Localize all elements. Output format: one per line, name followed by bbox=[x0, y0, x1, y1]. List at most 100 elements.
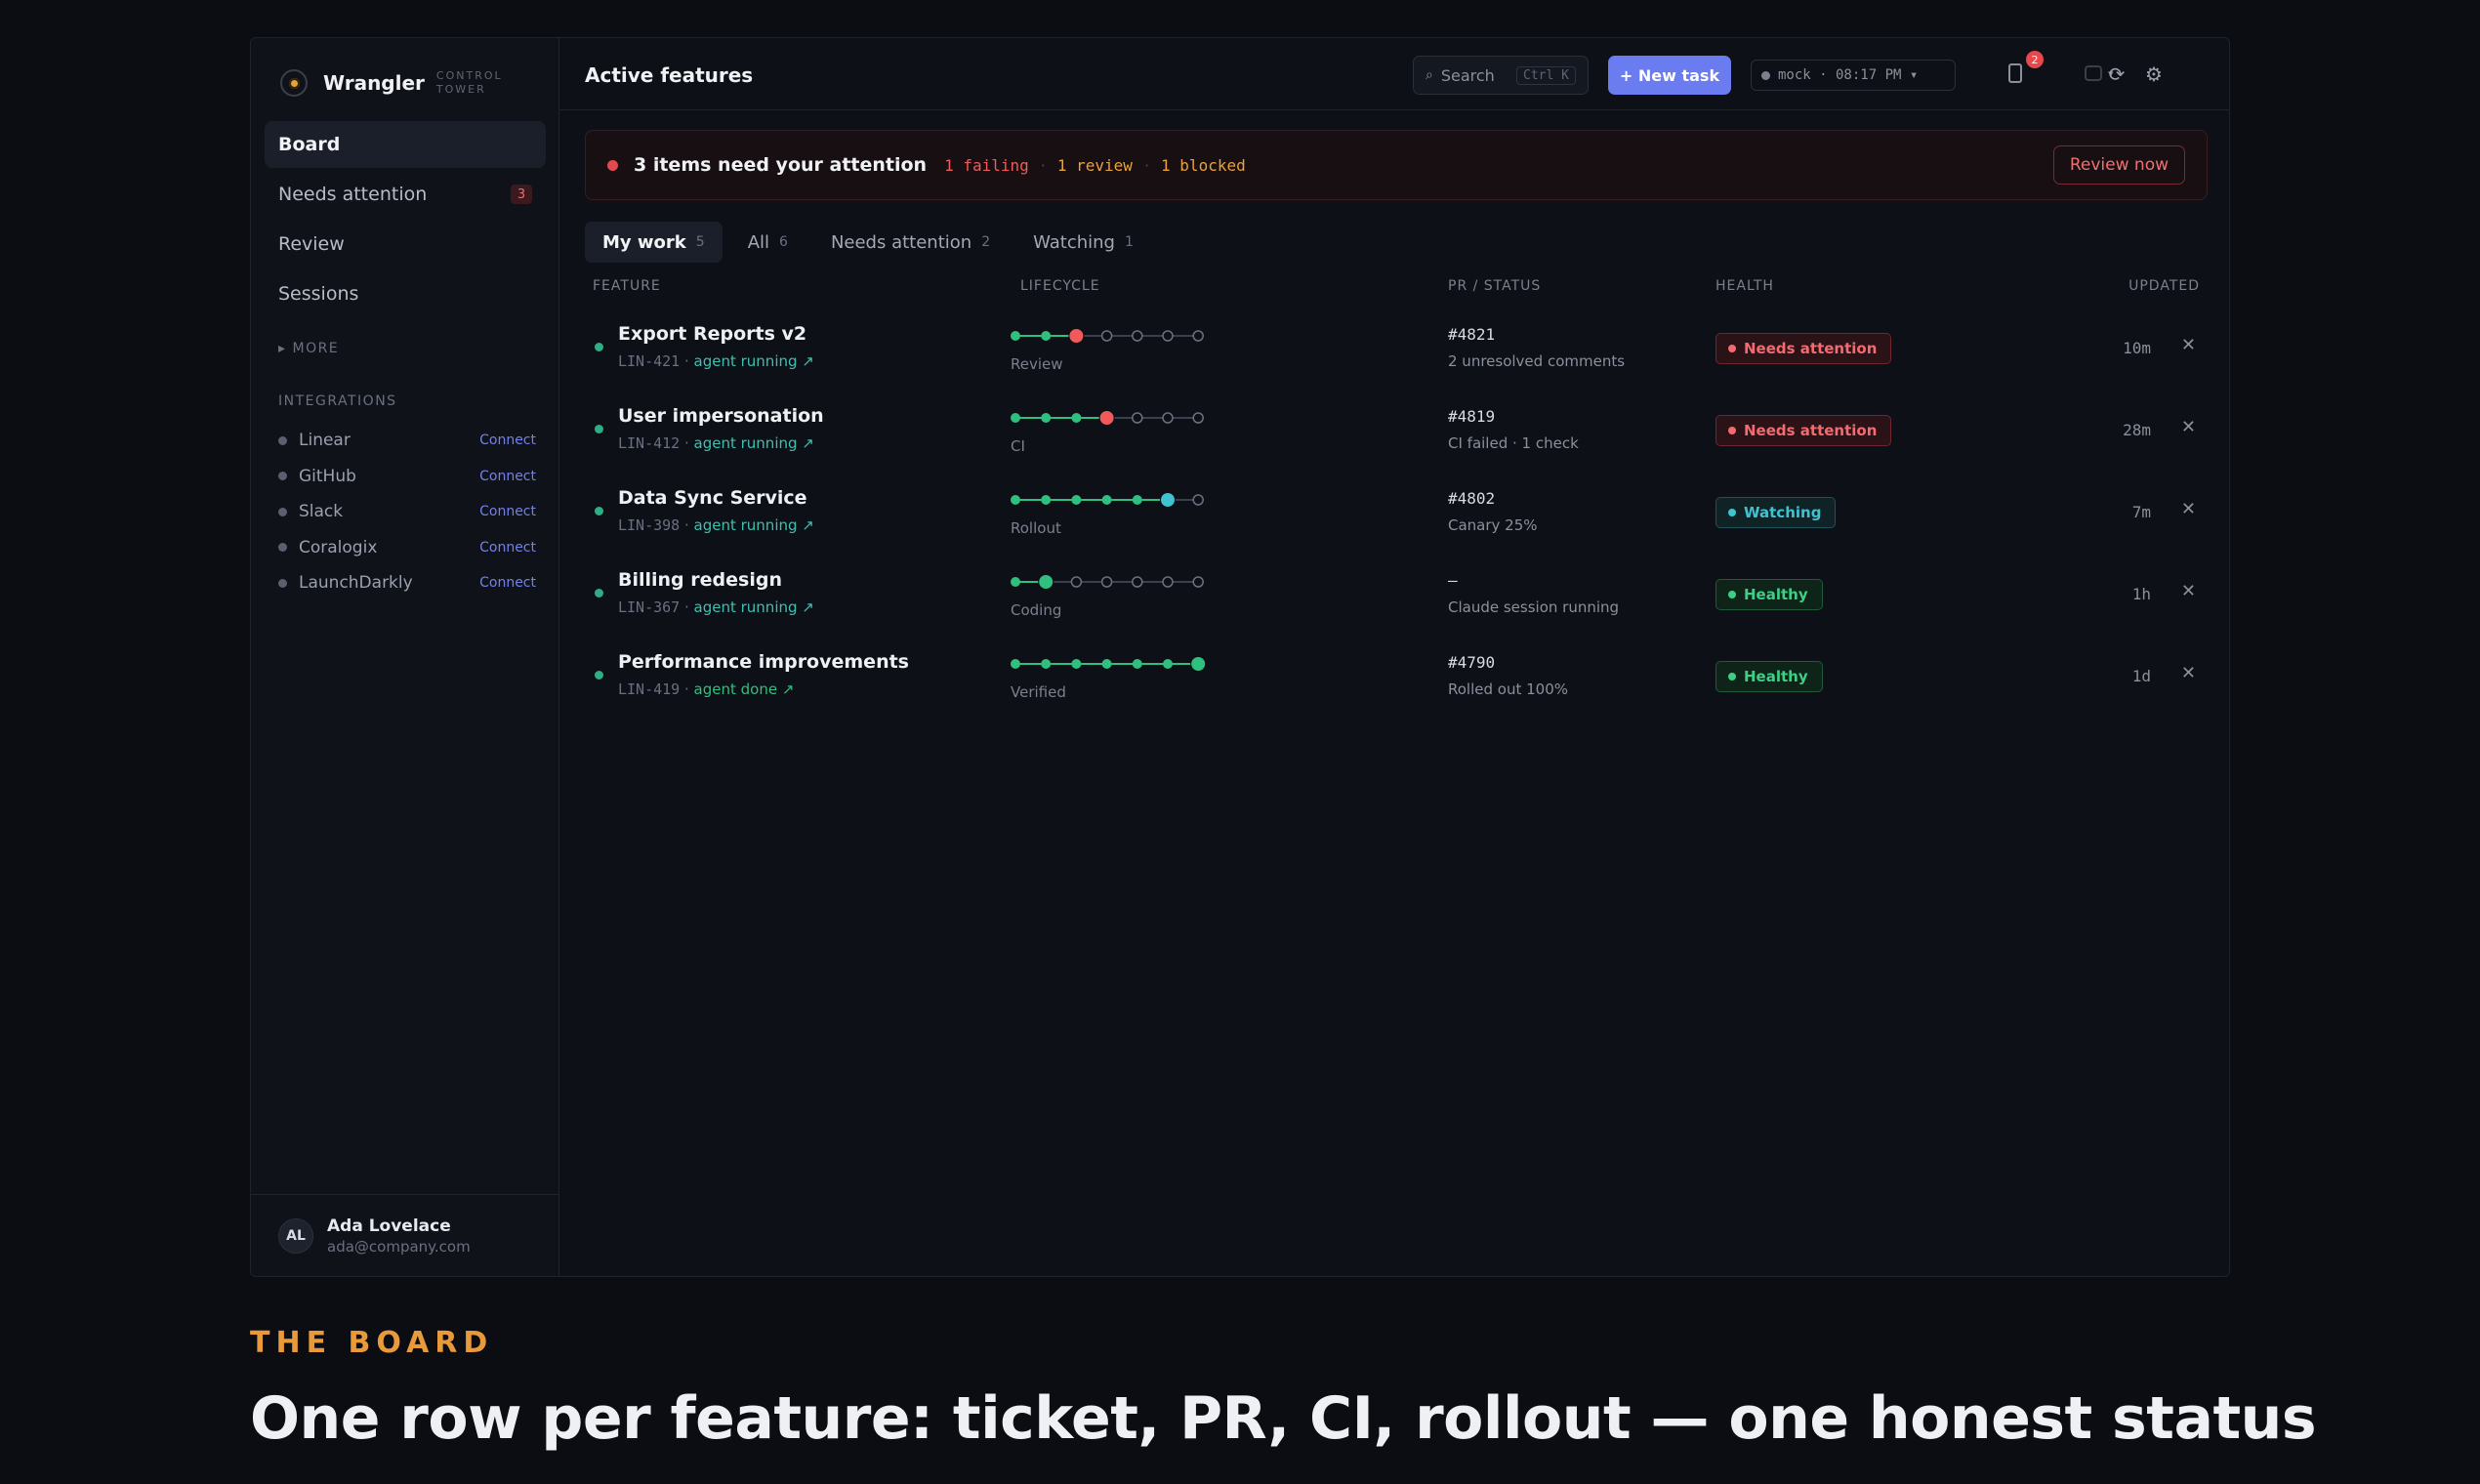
refresh-icon[interactable]: ⟳ bbox=[2102, 60, 2131, 89]
lifecycle-step-pending bbox=[1192, 576, 1204, 588]
ticket-id[interactable]: LIN-398 bbox=[618, 516, 680, 534]
feature-meta: LIN-421 · agent running ↗ bbox=[618, 352, 814, 370]
close-icon[interactable]: ✕ bbox=[2181, 663, 2196, 683]
review-count[interactable]: 1 review bbox=[1057, 156, 1133, 175]
pr-number[interactable]: — bbox=[1448, 571, 1458, 590]
tab-label: Watching bbox=[1033, 231, 1115, 253]
environment-selector[interactable]: mock · 08:17 PM ▾ bbox=[1751, 60, 1956, 91]
table-header: FEATURE LIFECYCLE PR / STATUS HEALTH UPD… bbox=[585, 278, 2208, 298]
ticket-id[interactable]: LIN-412 bbox=[618, 434, 680, 452]
feature-name[interactable]: Data Sync Service bbox=[618, 487, 807, 509]
count-badge: 3 bbox=[511, 185, 532, 204]
pr-status-text: CI failed · 1 check bbox=[1448, 434, 1579, 452]
sidebar-item-review[interactable]: Review bbox=[265, 221, 546, 268]
feature-name[interactable]: Performance improvements bbox=[618, 651, 909, 673]
integration-item: Coralogix Connect bbox=[278, 530, 536, 566]
lifecycle-step-done bbox=[1041, 413, 1052, 423]
column-header-health[interactable]: HEALTH bbox=[1715, 278, 1774, 294]
search-button[interactable]: ⌕ Search Ctrl K bbox=[1413, 56, 1589, 95]
table-row[interactable]: Export Reports v2 LIN-421 · agent running… bbox=[585, 313, 2208, 395]
agent-status-link[interactable]: agent running ↗ bbox=[694, 352, 814, 370]
integration-item: LaunchDarkly Connect bbox=[278, 565, 536, 601]
review-now-button[interactable]: Review now bbox=[2052, 145, 2185, 185]
agent-status-link[interactable]: agent running ↗ bbox=[694, 434, 814, 452]
table-row[interactable]: Performance improvements LIN-419 · agent … bbox=[585, 641, 2208, 723]
lifecycle-track bbox=[1011, 656, 1207, 672]
table-row[interactable]: Billing redesign LIN-367 · agent running … bbox=[585, 559, 2208, 641]
sidebar-item-needs-attention[interactable]: Needs attention 3 bbox=[265, 171, 546, 218]
health-label: Needs attention bbox=[1744, 340, 1878, 357]
page-title: Active features bbox=[585, 63, 754, 87]
column-header-updated[interactable]: UPDATED bbox=[2129, 278, 2200, 294]
pr-number[interactable]: #4802 bbox=[1448, 489, 1495, 508]
main-content: 3 items need your attention 1 failing · … bbox=[559, 110, 2229, 1276]
feature-name[interactable]: Export Reports v2 bbox=[618, 323, 806, 345]
close-icon[interactable]: ✕ bbox=[2181, 581, 2196, 601]
feature-name[interactable]: User impersonation bbox=[618, 405, 824, 427]
sidebar-item-sessions[interactable]: Sessions bbox=[265, 270, 546, 317]
integration-item: Linear Connect bbox=[278, 423, 536, 459]
search-shortcut: Ctrl K bbox=[1516, 65, 1576, 85]
connect-link[interactable]: Connect bbox=[479, 433, 536, 448]
status-dot-icon bbox=[1761, 70, 1770, 80]
lifecycle-step-current bbox=[1160, 492, 1176, 508]
pr-number[interactable]: #4790 bbox=[1448, 653, 1495, 672]
connect-link[interactable]: Connect bbox=[479, 504, 536, 519]
new-task-button[interactable]: + New task bbox=[1608, 56, 1731, 95]
table-row[interactable]: User impersonation LIN-412 · agent runnin… bbox=[585, 395, 2208, 477]
connect-link[interactable]: Connect bbox=[479, 469, 536, 484]
brand: Wrangler CONTROL TOWER bbox=[280, 67, 507, 99]
updated-time: 7m bbox=[2131, 503, 2151, 521]
feature-name[interactable]: Billing redesign bbox=[618, 569, 782, 591]
health-dot-icon bbox=[1728, 345, 1736, 352]
meta-separator: · bbox=[680, 434, 694, 452]
tab-label: Needs attention bbox=[830, 231, 972, 253]
more-toggle[interactable]: ▸ MORE bbox=[278, 341, 339, 356]
sidebar-item-label: Needs attention bbox=[278, 184, 428, 205]
lifecycle-step-pending bbox=[1192, 494, 1204, 506]
tab-all[interactable]: All 6 bbox=[730, 222, 806, 263]
agent-status-link[interactable]: agent running ↗ bbox=[694, 516, 814, 534]
tab-watching[interactable]: Watching 1 bbox=[1015, 222, 1151, 263]
close-icon[interactable]: ✕ bbox=[2181, 417, 2196, 437]
lifecycle-step-done bbox=[1101, 495, 1112, 505]
tab-my-work[interactable]: My work 5 bbox=[585, 222, 723, 263]
agent-status-link[interactable]: agent done ↗ bbox=[694, 680, 795, 698]
user-profile[interactable]: AL Ada Lovelace ada@company.com bbox=[251, 1194, 558, 1276]
table-row[interactable]: Data Sync Service LIN-398 · agent running… bbox=[585, 477, 2208, 559]
pr-number[interactable]: #4821 bbox=[1448, 325, 1495, 344]
tab-needs-attention[interactable]: Needs attention 2 bbox=[813, 222, 1008, 263]
lifecycle-step-done bbox=[1011, 577, 1020, 587]
user-name: Ada Lovelace bbox=[327, 1216, 451, 1236]
close-icon[interactable]: ✕ bbox=[2181, 499, 2196, 519]
connect-link[interactable]: Connect bbox=[479, 540, 536, 556]
filter-tabs: My work 5 All 6 Needs attention 2 Watching 1 bbox=[585, 222, 1151, 263]
ticket-id[interactable]: LIN-421 bbox=[618, 352, 680, 370]
health-label: Watching bbox=[1744, 504, 1822, 521]
lifecycle-step-current bbox=[1068, 328, 1085, 344]
health-dot-icon bbox=[1728, 673, 1736, 680]
agent-status-link[interactable]: agent running ↗ bbox=[694, 598, 814, 616]
sidebar-item-board[interactable]: Board bbox=[265, 121, 546, 168]
search-icon: ⌕ bbox=[1426, 67, 1433, 83]
column-header-feature[interactable]: FEATURE bbox=[593, 278, 661, 294]
meta-separator: · bbox=[680, 516, 694, 534]
ticket-id[interactable]: LIN-367 bbox=[618, 598, 680, 616]
column-header-lifecycle[interactable]: LIFECYCLE bbox=[1020, 278, 1100, 294]
health-label: Healthy bbox=[1744, 668, 1808, 685]
notifications-icon[interactable] bbox=[2008, 63, 2022, 83]
blocked-count[interactable]: 1 blocked bbox=[1161, 156, 1246, 175]
pr-number[interactable]: #4819 bbox=[1448, 407, 1495, 426]
integration-name: LaunchDarkly bbox=[299, 573, 413, 594]
gear-icon[interactable]: ⚙ bbox=[2139, 60, 2169, 89]
lifecycle-step-pending bbox=[1132, 412, 1143, 424]
lifecycle-step-done bbox=[1132, 659, 1142, 669]
connect-link[interactable]: Connect bbox=[479, 575, 536, 591]
lifecycle-step-done bbox=[1011, 495, 1020, 505]
lifecycle-track bbox=[1011, 492, 1204, 508]
integration-item: GitHub Connect bbox=[278, 459, 536, 495]
close-icon[interactable]: ✕ bbox=[2181, 335, 2196, 355]
failing-count[interactable]: 1 failing bbox=[944, 156, 1029, 175]
column-header-pr-status[interactable]: PR / STATUS bbox=[1448, 278, 1541, 294]
ticket-id[interactable]: LIN-419 bbox=[618, 680, 680, 698]
